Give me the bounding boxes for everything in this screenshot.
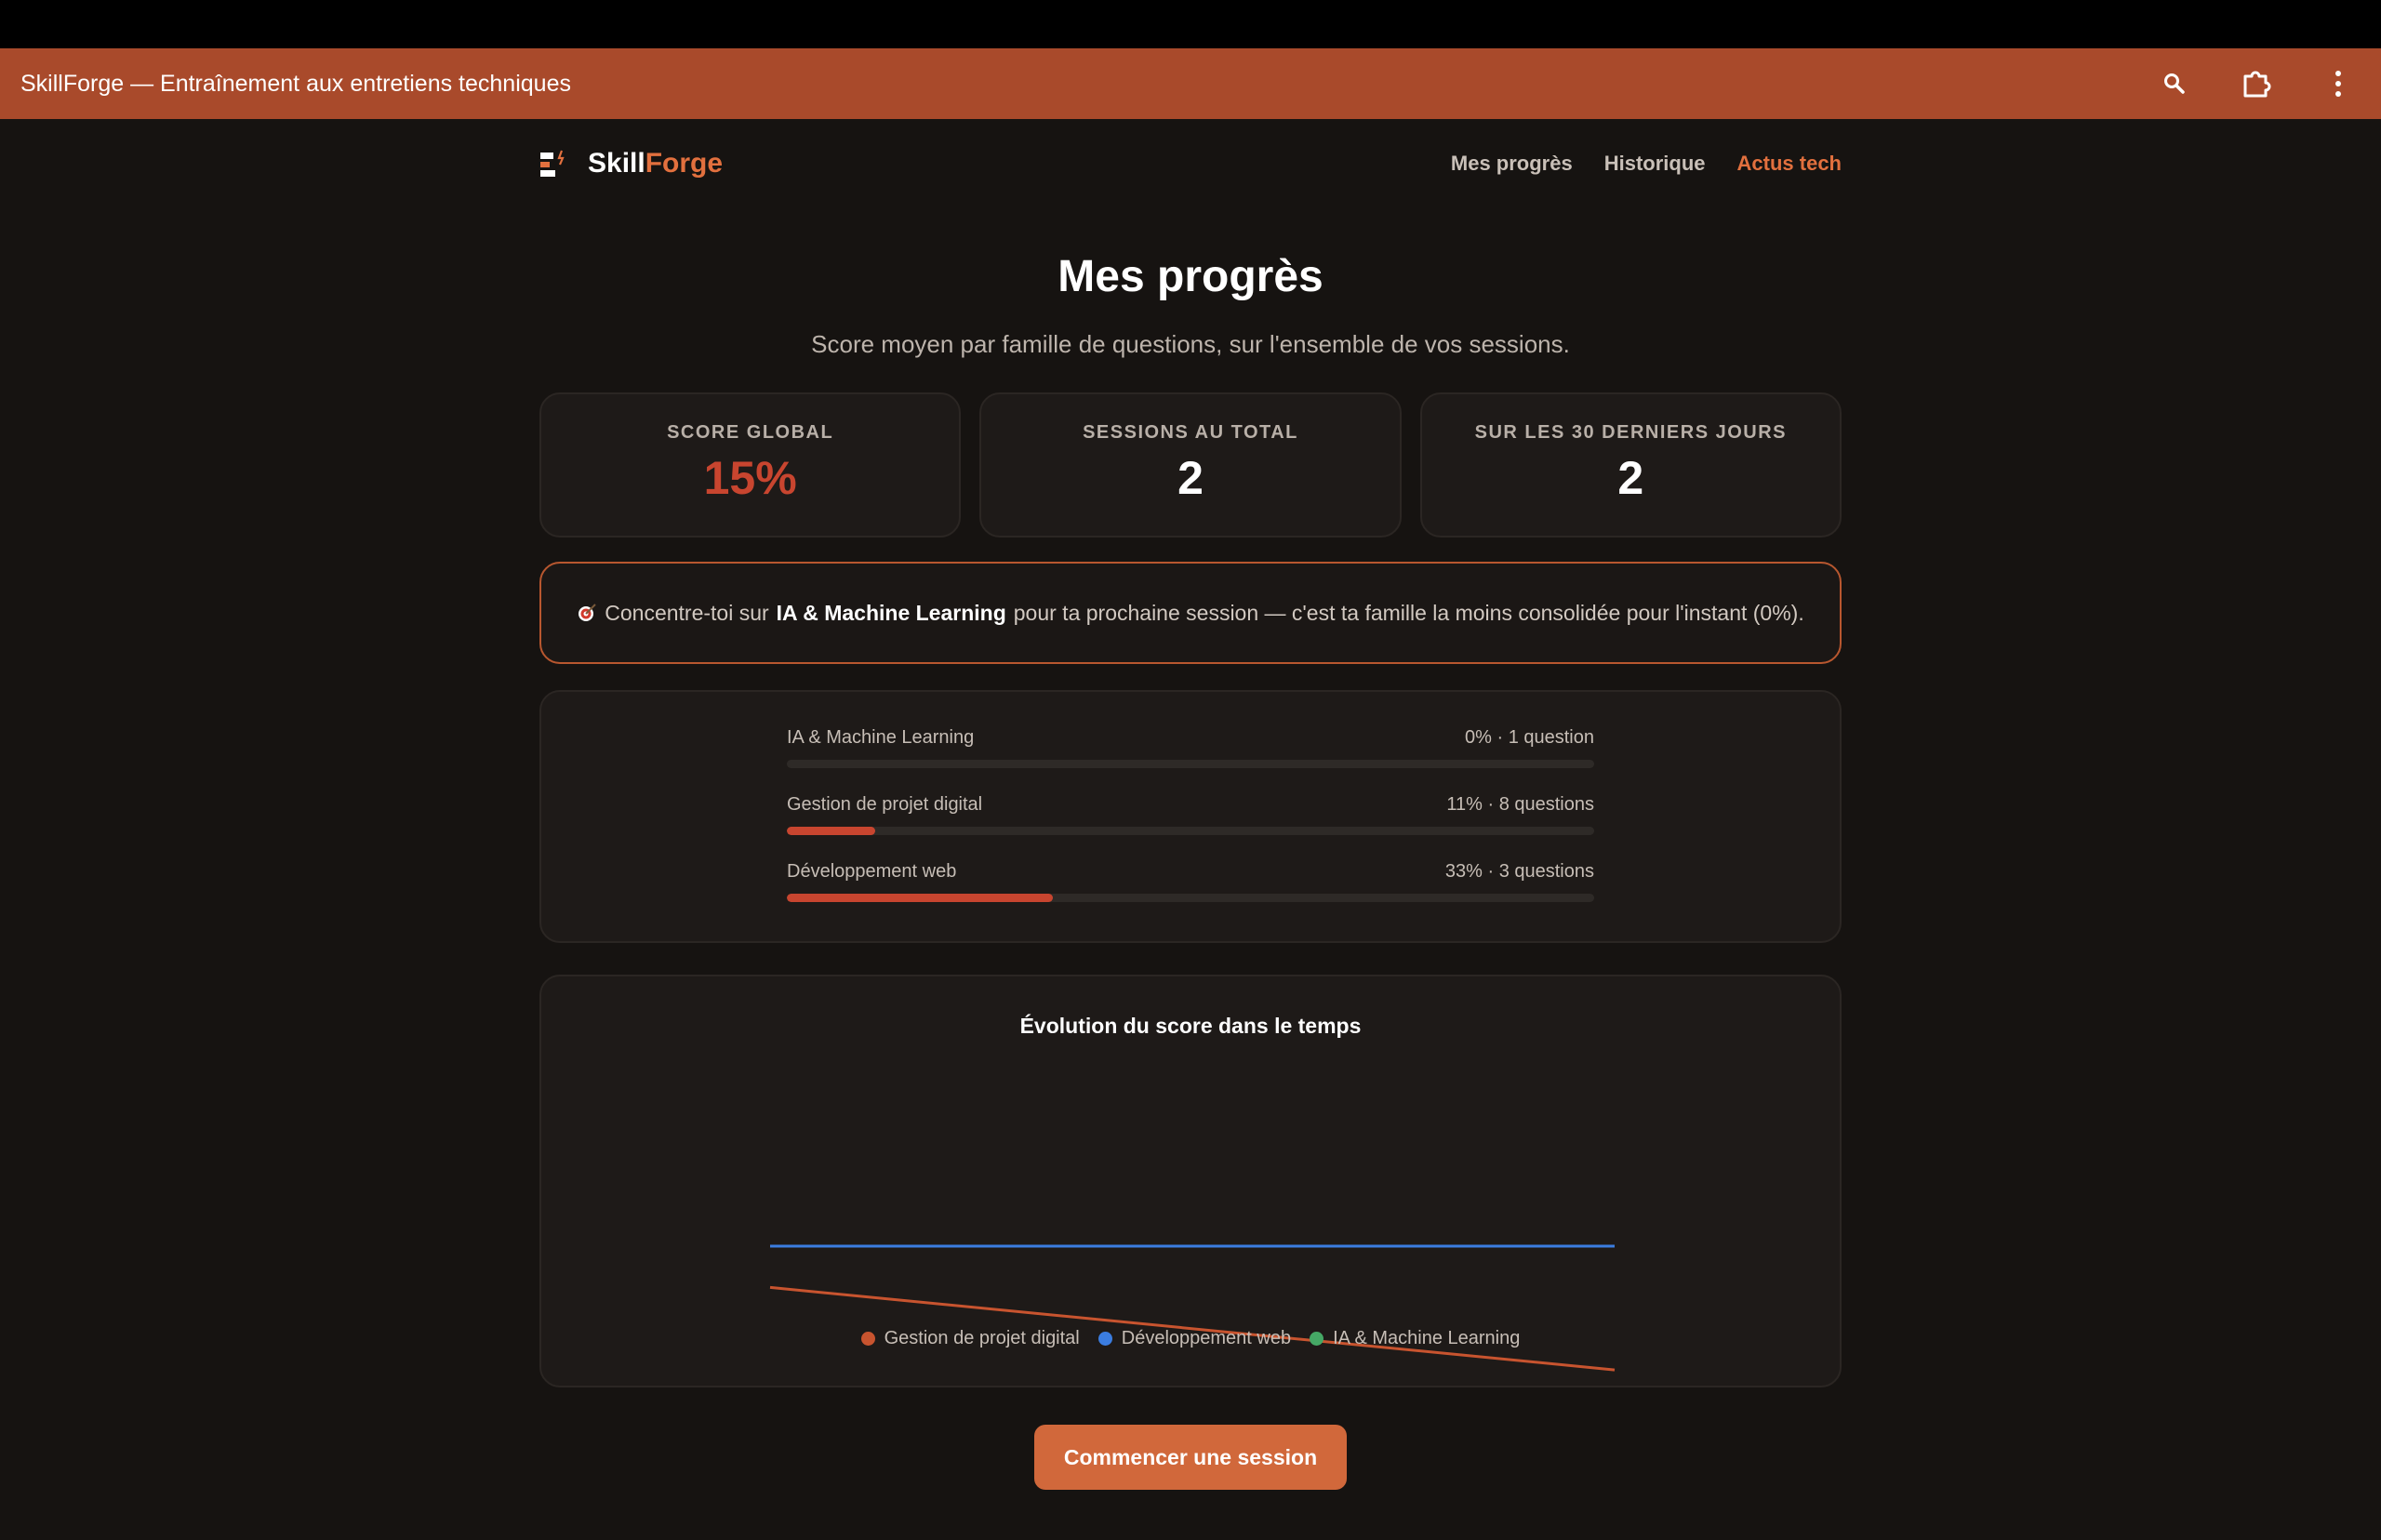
legend-item[interactable]: Gestion de projet digital bbox=[860, 1328, 1080, 1349]
tip-family: IA & Machine Learning bbox=[776, 600, 1006, 625]
family-row: Développement web 33% · 3 questions bbox=[787, 861, 1594, 902]
family-progress-fill bbox=[787, 827, 876, 835]
stat-card-last-30-days: SUR LES 30 DERNIERS JOURS 2 bbox=[1419, 392, 1842, 538]
tip-prefix: Concentre-toi sur bbox=[605, 600, 769, 625]
screen-top-strip bbox=[0, 0, 2381, 48]
more-vertical-icon[interactable] bbox=[2321, 67, 2355, 100]
legend-label: Gestion de projet digital bbox=[884, 1328, 1080, 1348]
brand-name-part1: Skill bbox=[588, 148, 645, 179]
titlebar-actions bbox=[2158, 67, 2361, 100]
family-progress-track bbox=[787, 894, 1594, 902]
family-meta: 0% · 1 question bbox=[1465, 727, 1594, 748]
family-meta: 33% · 3 questions bbox=[1444, 861, 1594, 882]
page-title: Mes progrès bbox=[1057, 252, 1324, 301]
app-titlebar: SkillForge — Entraînement aux entretiens… bbox=[0, 48, 2381, 119]
stat-card-total-sessions: SESSIONS AU TOTAL 2 bbox=[979, 392, 1402, 538]
chart-legend: Gestion de projet digital Développement … bbox=[541, 1328, 1840, 1349]
stat-value: 2 bbox=[1177, 452, 1204, 504]
tip-suffix: pour ta prochaine session — c'est ta fam… bbox=[1013, 600, 1804, 625]
skillforge-logo-icon bbox=[540, 150, 565, 177]
family-row: IA & Machine Learning 0% · 1 question bbox=[787, 727, 1594, 768]
family-row: Gestion de projet digital 11% · 8 questio… bbox=[787, 794, 1594, 835]
nav-actus-tech[interactable]: Actus tech bbox=[1737, 152, 1842, 176]
brand-logo[interactable]: SkillForge bbox=[539, 148, 723, 179]
stat-label: SUR LES 30 DERNIERS JOURS bbox=[1474, 422, 1787, 443]
main-container: SkillForge Mes progrès Historique Actus … bbox=[539, 119, 1842, 1490]
window-title: SkillForge — Entraînement aux entretiens… bbox=[20, 70, 571, 97]
legend-item[interactable]: Développement web bbox=[1097, 1328, 1292, 1349]
legend-item[interactable]: IA & Machine Learning bbox=[1310, 1328, 1520, 1349]
legend-dot bbox=[1310, 1332, 1324, 1346]
site-navbar: SkillForge Mes progrès Historique Actus … bbox=[539, 119, 1842, 208]
nav-historique[interactable]: Historique bbox=[1604, 152, 1706, 176]
family-progress-track bbox=[787, 760, 1594, 768]
target-icon bbox=[579, 604, 596, 621]
family-progress-track bbox=[787, 827, 1594, 835]
focus-tip-banner: Concentre-toi sur IA & Machine Learning … bbox=[539, 562, 1842, 664]
main-nav: Mes progrès Historique Actus tech bbox=[1451, 152, 1842, 176]
cta-wrap: Commencer une session bbox=[539, 1425, 1842, 1490]
stat-label: SESSIONS AU TOTAL bbox=[1083, 422, 1298, 443]
stat-card-global-score: SCORE GLOBAL 15% bbox=[539, 392, 962, 538]
stat-label: SCORE GLOBAL bbox=[667, 422, 834, 443]
page-subtitle: Score moyen par famille de questions, su… bbox=[811, 330, 1570, 358]
family-name: Gestion de projet digital bbox=[787, 794, 983, 815]
family-progress-fill bbox=[787, 894, 1054, 902]
search-icon[interactable] bbox=[2158, 67, 2191, 100]
stat-value: 15% bbox=[703, 452, 797, 504]
score-evolution-chart-card: Évolution du score dans le temps Gestion… bbox=[539, 975, 1842, 1387]
brand-name: SkillForge bbox=[588, 148, 723, 179]
nav-mes-progres[interactable]: Mes progrès bbox=[1451, 152, 1573, 176]
family-scores-card: IA & Machine Learning 0% · 1 question Ges… bbox=[539, 690, 1842, 943]
start-session-button[interactable]: Commencer une session bbox=[1034, 1425, 1347, 1490]
family-name: Développement web bbox=[787, 861, 957, 882]
stat-value: 2 bbox=[1617, 452, 1644, 504]
legend-dot bbox=[1097, 1332, 1112, 1346]
legend-label: Développement web bbox=[1121, 1328, 1292, 1348]
family-meta: 11% · 8 questions bbox=[1446, 794, 1594, 815]
extensions-icon[interactable] bbox=[2240, 67, 2273, 100]
family-name: IA & Machine Learning bbox=[787, 727, 975, 748]
score-evolution-chart bbox=[769, 1244, 1616, 1372]
brand-name-part2: Forge bbox=[645, 148, 724, 179]
legend-dot bbox=[860, 1332, 875, 1346]
legend-label: IA & Machine Learning bbox=[1333, 1328, 1521, 1348]
stats-row: SCORE GLOBAL 15% SESSIONS AU TOTAL 2 SUR… bbox=[539, 392, 1842, 538]
